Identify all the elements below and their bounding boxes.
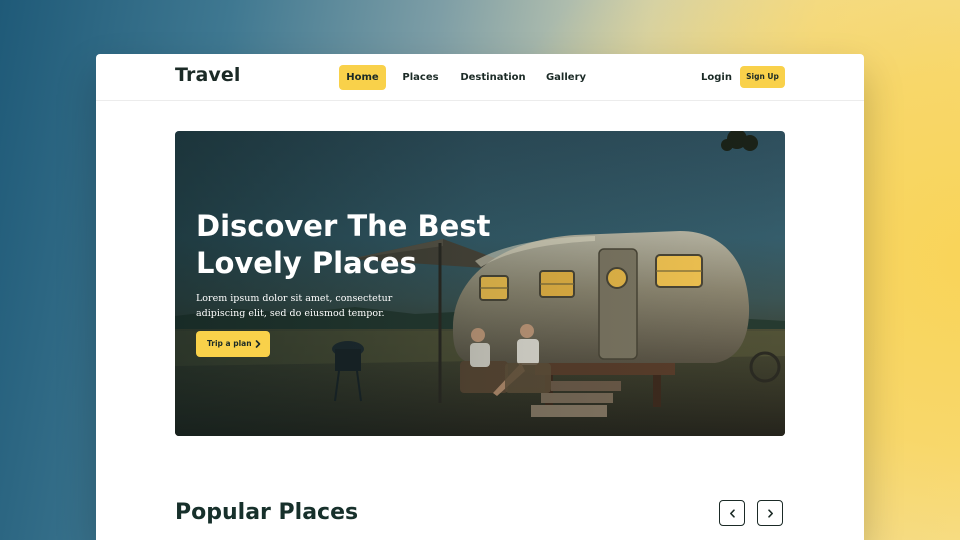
nav-destination[interactable]: Destination bbox=[456, 65, 530, 90]
nav-gallery[interactable]: Gallery bbox=[542, 65, 590, 90]
popular-places-title: Popular Places bbox=[175, 500, 359, 525]
hero-title-line-1: Discover The Best bbox=[196, 209, 491, 243]
trip-a-plan-button[interactable]: Trip a plan bbox=[196, 331, 270, 357]
carousel-next-button[interactable] bbox=[757, 500, 783, 526]
hero-image bbox=[175, 131, 785, 436]
hero-banner: Discover The Best Lovely Places Lorem ip… bbox=[175, 131, 785, 436]
trip-a-plan-label: Trip a plan bbox=[207, 339, 252, 348]
signup-button[interactable]: Sign Up bbox=[740, 66, 785, 88]
login-link[interactable]: Login bbox=[701, 65, 732, 90]
chevron-right-icon bbox=[255, 340, 261, 348]
nav-places[interactable]: Places bbox=[396, 65, 445, 90]
carousel-prev-button[interactable] bbox=[719, 500, 745, 526]
page-card: Travel Home Places Destination Gallery L… bbox=[96, 54, 864, 540]
hero-description: Lorem ipsum dolor sit amet, consectetur … bbox=[196, 293, 393, 319]
brand-logo[interactable]: Travel bbox=[175, 64, 240, 86]
chevron-left-icon bbox=[730, 509, 735, 518]
chevron-right-icon bbox=[768, 509, 773, 518]
hero-title-line-2: Lovely Places bbox=[196, 246, 417, 280]
top-navbar: Travel Home Places Destination Gallery L… bbox=[96, 54, 864, 101]
nav-home[interactable]: Home bbox=[339, 65, 386, 90]
hero-title: Discover The Best Lovely Places bbox=[196, 208, 516, 282]
